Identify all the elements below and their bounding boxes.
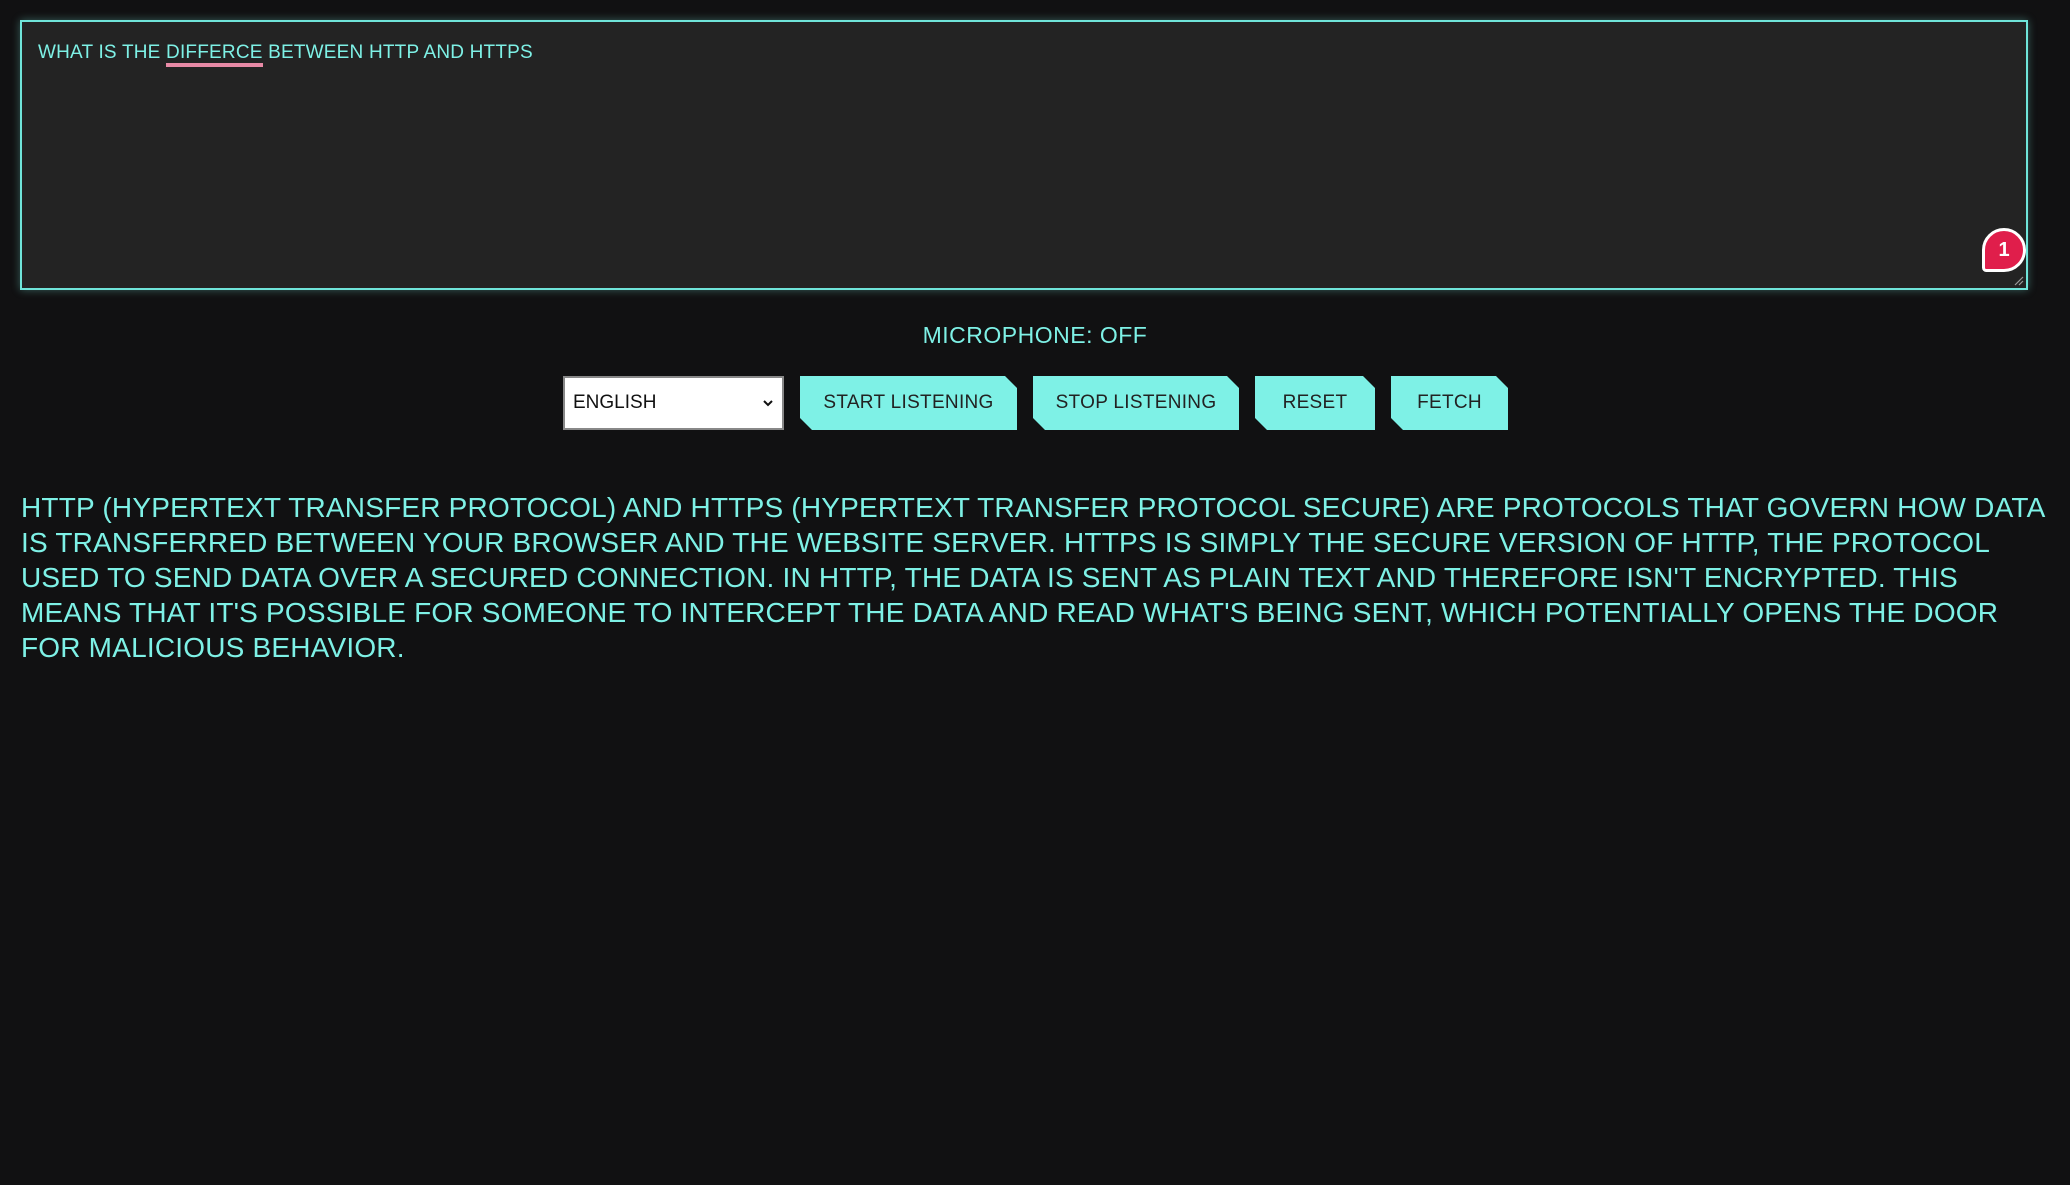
fetch-button[interactable]: FETCH xyxy=(1391,376,1508,430)
language-select[interactable]: ENGLISH xyxy=(563,376,784,430)
language-selected-value: ENGLISH xyxy=(573,392,657,413)
chevron-down-icon xyxy=(763,400,773,407)
query-textarea[interactable]: WHAT IS THE DIFFERCE BETWEEN HTTP AND HT… xyxy=(20,20,2028,290)
badge-count: 1 xyxy=(1998,238,2010,261)
controls-bar: ENGLISH START LISTENING STOP LISTENING R… xyxy=(563,376,1508,430)
misspelled-word[interactable]: DIFFERCE xyxy=(166,42,263,67)
microphone-status: MICROPHONE: OFF xyxy=(922,322,1148,348)
query-text: WHAT IS THE DIFFERCE BETWEEN HTTP AND HT… xyxy=(38,42,533,67)
query-text-before: WHAT IS THE xyxy=(38,42,167,63)
stop-listening-button[interactable]: STOP LISTENING xyxy=(1033,376,1239,430)
query-text-after: BETWEEN HTTP AND HTTPS xyxy=(262,42,533,63)
answer-text: HTTP (HYPERTEXT TRANSFER PROTOCOL) AND H… xyxy=(21,492,2044,663)
start-listening-button[interactable]: START LISTENING xyxy=(800,376,1017,430)
resize-handle-icon[interactable] xyxy=(2012,274,2024,286)
notification-badge-icon[interactable]: 1 xyxy=(1982,228,2026,272)
reset-button[interactable]: RESET xyxy=(1255,376,1375,430)
